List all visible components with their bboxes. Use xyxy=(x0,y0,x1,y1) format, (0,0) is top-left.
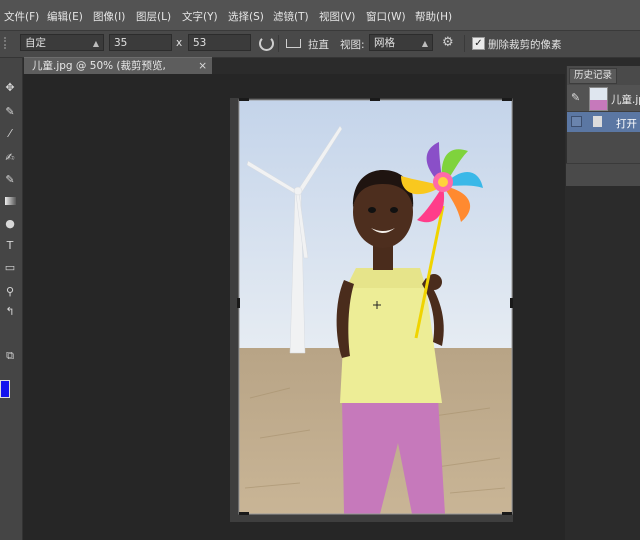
eyedropper-icon[interactable]: ⁄ xyxy=(2,126,18,142)
history-step-label: 打开 xyxy=(616,118,637,130)
snapshot-thumbnail xyxy=(589,87,608,111)
divider xyxy=(278,35,279,52)
straighten-icon[interactable] xyxy=(286,39,301,48)
menu-view[interactable]: 视图(V) xyxy=(319,9,355,24)
zoom-tool-icon[interactable]: ⚲ xyxy=(2,284,18,300)
crop-preview-image[interactable] xyxy=(230,98,513,522)
options-bar: 自定 ▲ 35 x 53 拉直 视图: 网格 ▲ ⚙ ✓ 删除裁剪的像素 xyxy=(0,31,640,58)
ratio-value: 自定 xyxy=(25,37,46,49)
swap-icon[interactable] xyxy=(259,36,274,51)
menu-image[interactable]: 图像(I) xyxy=(93,9,125,24)
divider xyxy=(464,35,465,52)
screen-mode-icon[interactable]: ⧉ xyxy=(2,348,18,364)
close-icon[interactable]: × xyxy=(198,58,207,75)
snapshot-label: 儿童.jp xyxy=(611,94,640,106)
photo-child-with-pinwheel xyxy=(230,98,513,522)
history-snapshot-row[interactable]: ✎ 儿童.jp xyxy=(567,85,640,112)
menu-edit[interactable]: 编辑(E) xyxy=(47,9,83,24)
tools-panel: ✥ ✎ ⁄ ✍ ✎ ● T ▭ ⚲ ↰ ⧉ xyxy=(0,58,23,540)
document-tab[interactable]: 儿童.jpg @ 50% (裁剪预览, RGB/8#) × xyxy=(24,57,212,89)
brush-tool-icon[interactable]: ✎ xyxy=(2,104,18,120)
document-step-icon xyxy=(593,116,602,127)
options-grip-icon xyxy=(4,37,12,49)
gradient-tool-icon[interactable] xyxy=(2,194,18,210)
height-value: 53 xyxy=(193,37,207,49)
paintbrush-icon[interactable]: ✍ xyxy=(2,150,18,166)
chevron-updown-icon: ▲ xyxy=(421,39,428,48)
width-value: 35 xyxy=(114,37,128,49)
ratio-select[interactable]: 自定 ▲ xyxy=(20,34,104,51)
history-tab[interactable]: 历史记录 xyxy=(569,68,618,84)
menu-layer[interactable]: 图层(L) xyxy=(136,9,171,24)
menu-select[interactable]: 选择(S) xyxy=(228,9,264,24)
menu-filter[interactable]: 滤镜(T) xyxy=(273,9,309,24)
view-value: 网格 xyxy=(374,37,395,49)
history-step-row[interactable]: 打开 xyxy=(567,112,640,132)
menu-help[interactable]: 帮助(H) xyxy=(415,9,452,24)
delete-cropped-checkbox[interactable]: ✓ xyxy=(472,37,485,50)
chevron-updown-icon: ▲ xyxy=(92,39,99,48)
times-sign: x xyxy=(176,37,183,49)
dodge-tool-icon[interactable]: ● xyxy=(2,216,18,232)
type-tool-icon[interactable]: T xyxy=(2,238,18,254)
move-tool-icon[interactable]: ✥ xyxy=(2,80,18,96)
foreground-color-swatch[interactable] xyxy=(0,380,10,398)
menu-file[interactable]: 文件(F) xyxy=(4,9,39,24)
gear-icon[interactable]: ⚙ xyxy=(442,36,454,49)
history-panel-footer xyxy=(566,163,640,186)
view-select[interactable]: 网格 ▲ xyxy=(369,34,433,51)
menu-window[interactable]: 窗口(W) xyxy=(366,9,406,24)
brush-icon: ✎ xyxy=(571,91,581,104)
height-input[interactable]: 53 xyxy=(188,34,251,51)
shape-tool-icon[interactable]: ▭ xyxy=(2,260,18,276)
width-input[interactable]: 35 xyxy=(109,34,172,51)
swap-colors-icon[interactable]: ↰ xyxy=(2,304,18,320)
history-state-checkbox[interactable] xyxy=(571,116,582,127)
view-label: 视图: xyxy=(340,39,365,51)
menu-bar: 文件(F) 编辑(E) 图像(I) 图层(L) 文字(Y) 选择(S) 滤镜(T… xyxy=(0,0,640,31)
delete-cropped-label[interactable]: 删除裁剪的像素 xyxy=(488,37,562,52)
straighten-label[interactable]: 拉直 xyxy=(308,37,329,52)
history-brush-icon[interactable]: ✎ xyxy=(2,172,18,188)
menu-type[interactable]: 文字(Y) xyxy=(182,9,218,24)
